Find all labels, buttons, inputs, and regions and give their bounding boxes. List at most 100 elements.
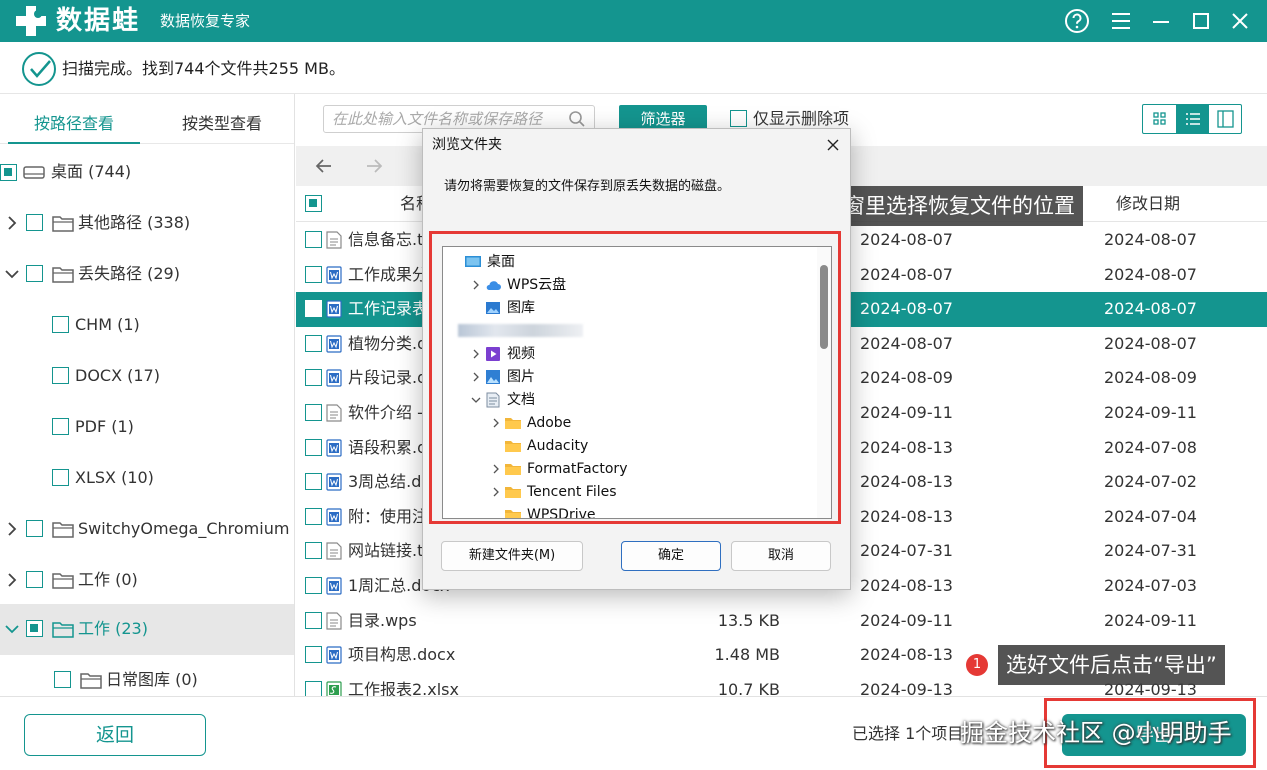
app-brand: 数据蛙 — [56, 6, 141, 36]
list-view-icon[interactable] — [1176, 105, 1209, 133]
dialog-message: 请勿将需要恢复的文件保存到原丢失数据的磁盘。 — [444, 179, 731, 194]
txt-file-icon — [326, 611, 342, 630]
file-row[interactable]: 目录.wps 13.5 KB 2024-09-11 2024-09-11 — [296, 604, 1267, 639]
file-checkbox[interactable] — [305, 542, 322, 560]
ok-button[interactable]: 确定 — [621, 541, 721, 571]
new-folder-button[interactable]: 新建文件夹(M) — [441, 541, 583, 571]
file-name: 项目构思.docx — [348, 645, 456, 665]
file-created-date: 2024-08-13 — [860, 472, 953, 492]
tree-checkbox[interactable] — [0, 164, 17, 181]
tree-item-desktop[interactable]: 桌面 (744) — [0, 147, 294, 198]
file-checkbox[interactable] — [305, 231, 322, 248]
tree-item-chm[interactable]: CHM (1) — [0, 300, 294, 351]
chevron-down-icon[interactable] — [4, 266, 20, 282]
tree-item-work-0[interactable]: 工作 (0) — [0, 555, 294, 606]
file-checkbox[interactable] — [305, 300, 322, 318]
tree-checkbox[interactable] — [54, 671, 71, 688]
tree-item-docx[interactable]: DOCX (17) — [0, 351, 294, 402]
grid-view-icon[interactable] — [1143, 105, 1176, 133]
dialog-title: 浏览文件夹 — [432, 137, 502, 153]
tree-checkbox[interactable] — [26, 520, 43, 537]
chevron-right-icon[interactable] — [4, 521, 20, 537]
scan-status-bar: 扫描完成。找到744个文件共255 MB。 — [0, 42, 1267, 94]
file-checkbox[interactable] — [305, 334, 322, 352]
txt-file-icon — [326, 231, 342, 249]
tab-by-type[interactable]: 按类型查看 — [148, 94, 294, 144]
word-file-icon — [326, 646, 342, 664]
dialog-close-icon[interactable] — [821, 133, 845, 157]
chevron-right-icon[interactable] — [4, 572, 20, 588]
tree-item-daily-gallery[interactable]: 日常图库 (0) — [0, 655, 294, 696]
word-file-icon — [326, 508, 342, 526]
file-modified-date: 2024-07-08 — [1104, 437, 1197, 457]
tree-item-switchyomega[interactable]: SwitchyOmega_Chromium (3 — [0, 504, 294, 555]
file-created-date: 2024-08-13 — [860, 437, 953, 457]
select-all-checkbox[interactable] — [305, 195, 322, 212]
close-icon[interactable] — [1225, 6, 1255, 36]
file-created-date: 2024-08-13 — [860, 576, 953, 595]
file-modified-date: 2024-08-07 — [1104, 299, 1197, 319]
tree-checkbox[interactable] — [52, 367, 69, 384]
tree-item-other-paths[interactable]: 其他路径 (338) — [0, 198, 294, 249]
tree-item-work-23[interactable]: 工作 (23) — [0, 604, 294, 655]
file-checkbox[interactable] — [305, 577, 322, 594]
file-modified-date: 2024-07-04 — [1104, 506, 1197, 526]
detail-view-icon[interactable] — [1209, 105, 1242, 133]
scan-complete-icon — [22, 52, 56, 86]
file-modified-date: 2024-07-02 — [1104, 472, 1197, 492]
logo-icon — [16, 6, 46, 36]
minimize-icon[interactable] — [1146, 6, 1176, 36]
file-modified-date: 2024-07-03 — [1104, 576, 1197, 595]
drive-icon — [23, 166, 45, 179]
txt-file-icon — [326, 404, 342, 422]
file-checkbox[interactable] — [305, 507, 322, 525]
tree-item-lost-paths[interactable]: 丢失路径 (29) — [0, 249, 294, 300]
tree-checkbox[interactable] — [52, 469, 69, 486]
file-checkbox[interactable] — [305, 438, 322, 456]
watermark: 掘金技术社区 @小明助手 — [960, 719, 1232, 747]
tree-item-pdf[interactable]: PDF (1) — [0, 402, 294, 453]
tree-item-label: PDF (1) — [75, 417, 134, 436]
forward-arrow-icon[interactable] — [364, 156, 384, 176]
cancel-button[interactable]: 取消 — [731, 541, 831, 571]
word-file-icon — [326, 265, 342, 284]
tree-item-label: DOCX (17) — [75, 366, 160, 385]
tree-checkbox[interactable] — [26, 265, 43, 282]
help-icon[interactable] — [1062, 6, 1092, 36]
word-file-icon — [326, 473, 342, 491]
menu-icon[interactable] — [1106, 6, 1136, 36]
file-modified-date: 2024-08-09 — [1104, 368, 1197, 388]
highlight-frame-folder-tree — [429, 231, 841, 524]
maximize-icon[interactable] — [1186, 6, 1216, 36]
tab-by-path[interactable]: 按路径查看 — [0, 94, 148, 144]
tree-item-xlsx[interactable]: XLSX (10) — [0, 453, 294, 504]
file-created-date: 2024-08-07 — [860, 333, 953, 353]
tree-checkbox[interactable] — [52, 316, 69, 333]
search-icon[interactable] — [568, 110, 586, 128]
tree-item-label: XLSX (10) — [75, 468, 154, 487]
tree-checkbox[interactable] — [26, 571, 43, 588]
file-name: 植物分类.d — [348, 333, 428, 353]
file-name: 附：使用注 — [348, 506, 429, 526]
tree-checkbox[interactable] — [26, 214, 43, 231]
file-checkbox[interactable] — [305, 646, 322, 664]
chevron-down-icon[interactable] — [4, 621, 20, 637]
file-checkbox[interactable] — [305, 265, 322, 283]
file-size: 1.48 MB — [714, 645, 781, 665]
file-modified-date: 2024-08-07 — [1104, 230, 1197, 249]
file-checkbox[interactable] — [305, 473, 322, 491]
tree-checkbox[interactable] — [52, 418, 69, 435]
tree-checkbox[interactable] — [26, 620, 43, 637]
view-tabs: 按路径查看 按类型查看 — [0, 94, 294, 144]
word-file-icon — [326, 300, 342, 318]
back-button[interactable]: 返回 — [24, 714, 206, 756]
file-name: 工作成果分 — [348, 264, 429, 284]
file-checkbox[interactable] — [305, 369, 322, 387]
file-created-date: 2024-08-13 — [860, 645, 953, 665]
file-checkbox[interactable] — [305, 404, 322, 421]
deleted-only-checkbox[interactable] — [730, 110, 747, 127]
back-arrow-icon[interactable] — [314, 156, 334, 176]
chevron-right-icon[interactable] — [4, 215, 20, 231]
column-header-modified[interactable]: 修改日期 — [1116, 194, 1180, 214]
file-checkbox[interactable] — [305, 611, 322, 629]
